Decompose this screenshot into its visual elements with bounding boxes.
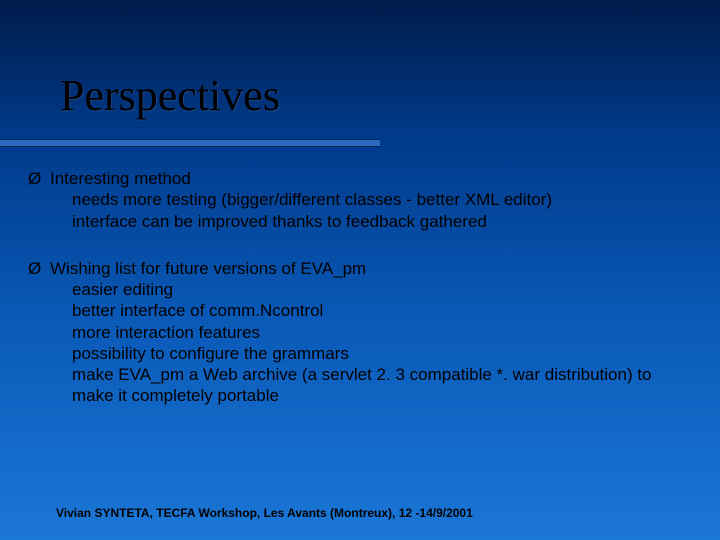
bullet-sub: more interaction features bbox=[28, 322, 692, 343]
bullet-item: ØInteresting method needs more testing (… bbox=[28, 168, 692, 232]
bullet-sub: needs more testing (bigger/different cla… bbox=[28, 189, 692, 210]
slide-title: Perspectives bbox=[60, 70, 280, 121]
spacer bbox=[28, 240, 692, 258]
bullet-arrow-icon: Ø bbox=[28, 168, 50, 189]
bullet-head: Wishing list for future versions of EVA_… bbox=[50, 259, 366, 278]
bullet-item: ØWishing list for future versions of EVA… bbox=[28, 258, 692, 407]
bullet-sub: interface can be improved thanks to feed… bbox=[28, 211, 692, 232]
bullet-sub: make EVA_pm a Web archive (a servlet 2. … bbox=[28, 364, 692, 407]
slide-body: ØInteresting method needs more testing (… bbox=[28, 168, 692, 415]
bullet-sub: better interface of comm.Ncontrol bbox=[28, 300, 692, 321]
bullet-arrow-icon: Ø bbox=[28, 258, 50, 279]
title-underline bbox=[0, 140, 380, 146]
bullet-sub: possibility to configure the grammars bbox=[28, 343, 692, 364]
slide-footer: Vivian SYNTETA, TECFA Workshop, Les Avan… bbox=[56, 506, 473, 520]
bullet-head: Interesting method bbox=[50, 169, 191, 188]
bullet-sub: easier editing bbox=[28, 279, 692, 300]
slide: Perspectives ØInteresting method needs m… bbox=[0, 0, 720, 540]
